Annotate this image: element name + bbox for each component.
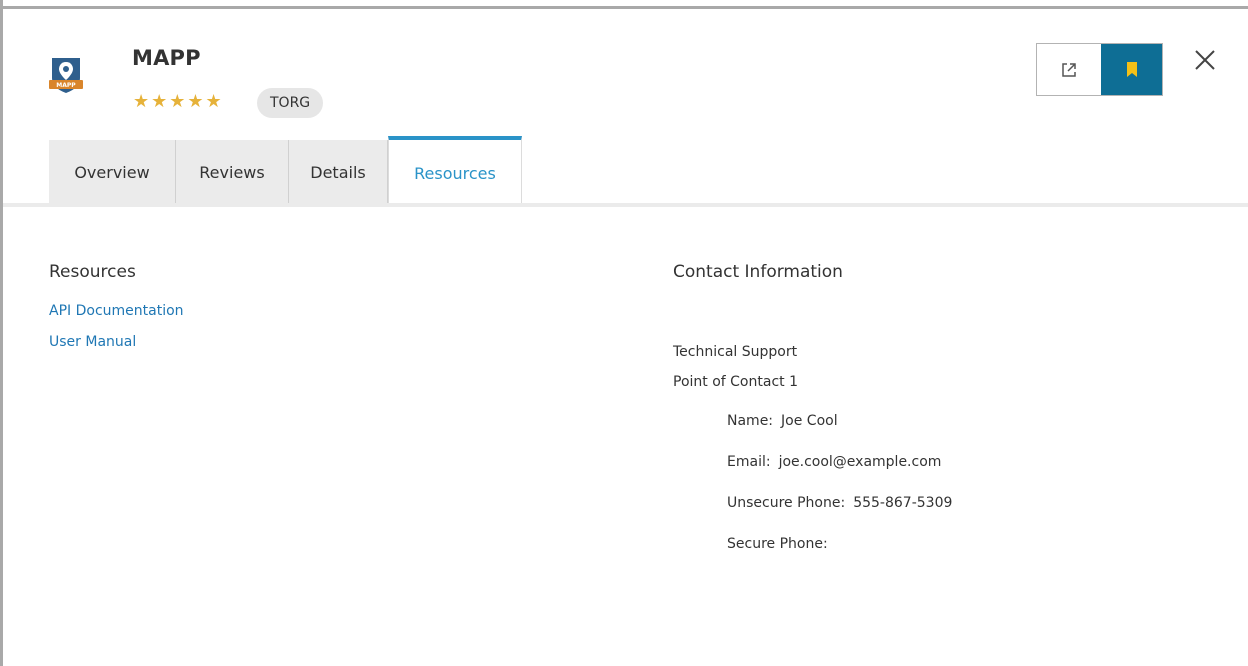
contact-secure-phone-label: Secure Phone: [727, 536, 828, 552]
tab-label: Details [310, 162, 366, 182]
bookmark-icon [1126, 61, 1137, 77]
tab-label: Resources [414, 163, 496, 183]
contact-name-row: Name: Joe Cool [727, 413, 838, 429]
logo-text: MAPP [56, 82, 76, 89]
point-of-contact-label: Point of Contact 1 [673, 374, 798, 390]
contact-unsecure-phone-row: Unsecure Phone: 555-867-5309 [727, 495, 952, 511]
close-icon [1195, 50, 1215, 70]
tab-resources[interactable]: Resources [388, 136, 522, 206]
star-rating: ★★★★★ [133, 91, 224, 112]
tab-details[interactable]: Details [289, 140, 388, 204]
contact-name-value: Joe Cool [781, 413, 838, 429]
app-title: MAPP [132, 46, 201, 70]
org-badge: TORG [257, 88, 324, 118]
header-actions [1036, 43, 1163, 96]
contact-email-label: Email: [727, 454, 771, 470]
top-edge-line [0, 6, 1248, 9]
open-in-new-button[interactable] [1037, 44, 1101, 95]
api-documentation-link[interactable]: API Documentation [49, 303, 184, 319]
tab-underline [3, 203, 1248, 207]
contact-unsecure-phone-label: Unsecure Phone: [727, 495, 846, 511]
close-button[interactable] [1193, 48, 1217, 72]
left-window-edge [0, 0, 3, 666]
contact-name-label: Name: [727, 413, 774, 429]
tab-label: Reviews [199, 162, 265, 182]
contact-email-row: Email: joe.cool@example.com [727, 454, 941, 470]
resources-heading: Resources [49, 262, 136, 282]
contact-information-heading: Contact Information [673, 262, 843, 282]
bookmark-button[interactable] [1101, 44, 1162, 95]
contact-unsecure-phone-value: 555-867-5309 [853, 495, 953, 511]
tab-label: Overview [74, 162, 150, 182]
user-manual-link[interactable]: User Manual [49, 334, 136, 350]
external-link-icon [1062, 62, 1076, 77]
contact-secure-phone-row: Secure Phone: [727, 536, 836, 552]
contact-type: Technical Support [673, 344, 798, 360]
tab-overview[interactable]: Overview [49, 140, 176, 204]
app-logo-icon: MAPP [49, 58, 83, 93]
top-window-edge [0, 0, 1248, 9]
tab-reviews[interactable]: Reviews [176, 140, 289, 204]
contact-email-value: joe.cool@example.com [778, 454, 942, 470]
